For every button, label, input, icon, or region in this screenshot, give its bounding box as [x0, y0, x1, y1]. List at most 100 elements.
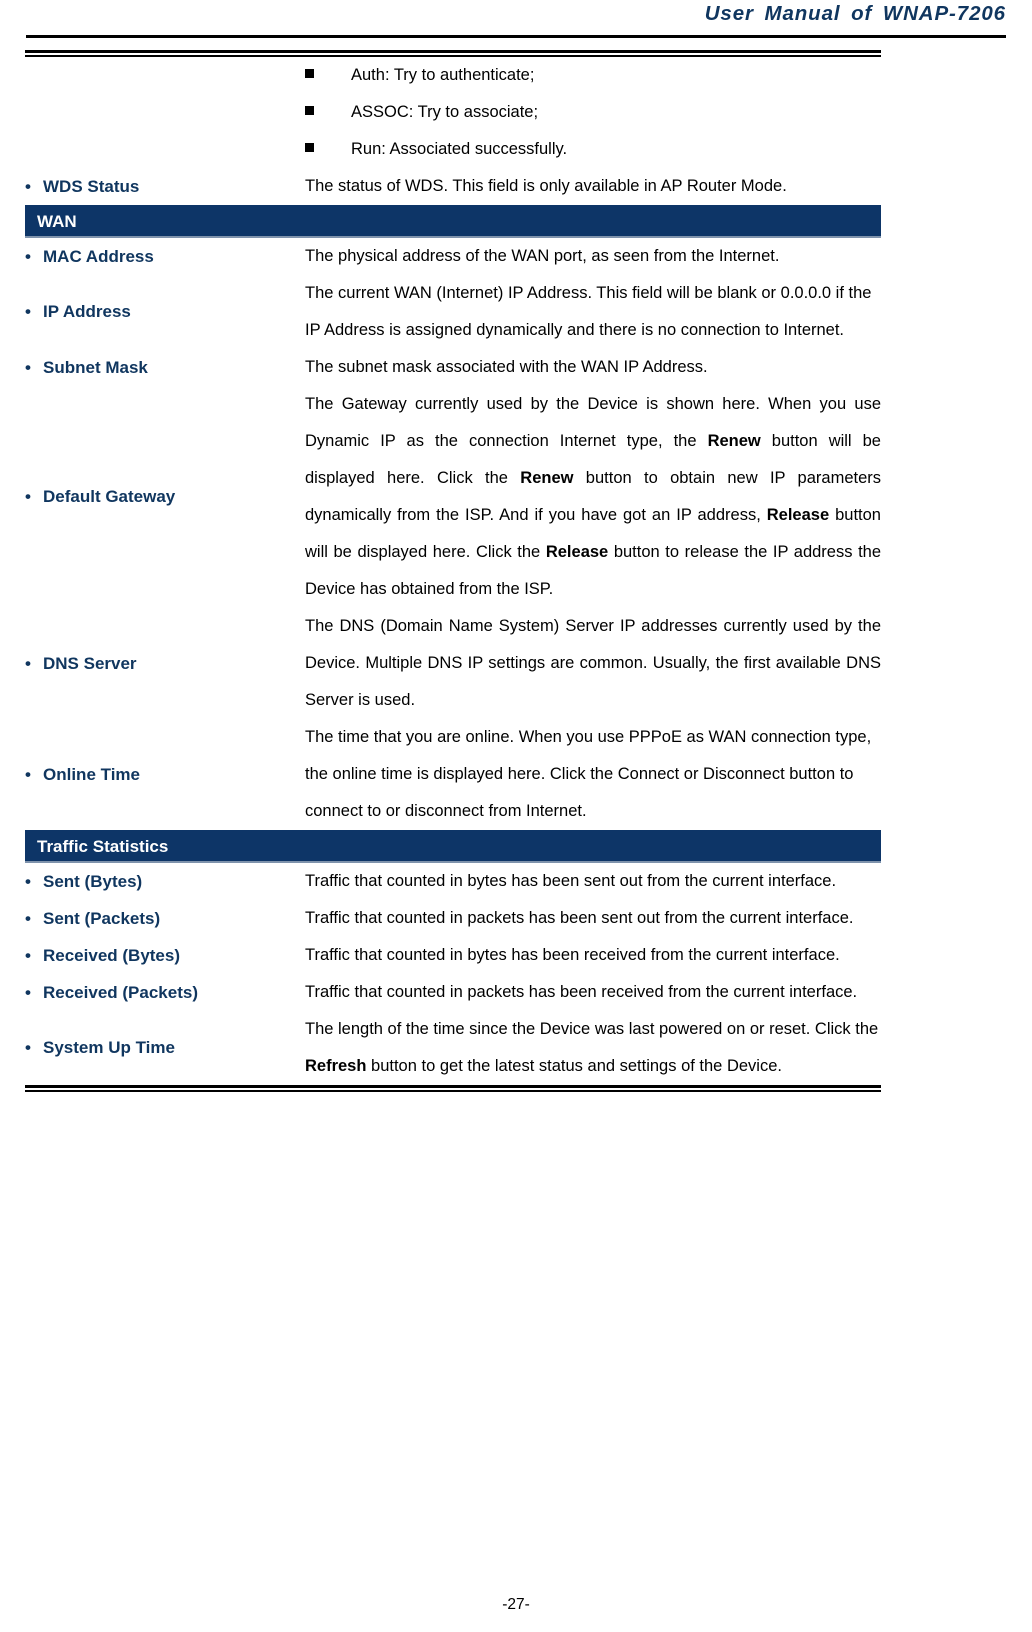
field-label-text: IP Address [43, 302, 131, 322]
bullet-dot-icon: • [25, 246, 31, 266]
row-description-cell: The length of the time since the Device … [305, 1011, 881, 1085]
field-label: • IP Address [25, 300, 305, 324]
table-row: Traffic Statistics [25, 830, 881, 863]
row-description-cell: The status of WDS. This field is only av… [305, 168, 881, 205]
row-label-cell: • Sent (Packets) [25, 900, 305, 937]
bullet-dot-icon: • [25, 302, 31, 322]
field-label-text: System Up Time [43, 1038, 175, 1058]
bullet-dot-icon: • [25, 487, 31, 507]
row-description-cell: Traffic that counted in packets has been… [305, 974, 881, 1011]
row-label-cell: • Default Gateway [25, 386, 305, 608]
page-footer: -27- [0, 1596, 1032, 1614]
list-item-text: ASSOC: Try to associate; [351, 103, 539, 121]
row-description-cell: The time that you are online. When you u… [305, 719, 881, 830]
field-label: • Sent (Packets) [25, 907, 305, 931]
field-label: • Default Gateway [25, 485, 305, 509]
field-label: • Sent (Bytes) [25, 870, 305, 894]
field-label: • Received (Bytes) [25, 944, 305, 968]
table-row: • Sent (Packets) Traffic that counted in p… [25, 900, 881, 937]
field-description: The current WAN (Internet) IP Address. T… [305, 284, 872, 339]
section-band-wan: WAN [25, 205, 881, 238]
row-label-cell: • Online Time [25, 719, 305, 830]
table-row: • DNS Server The DNS (Domain Name System) … [25, 608, 881, 719]
bullet-dot-icon: • [25, 176, 31, 196]
row-label-cell: • Subnet Mask [25, 349, 305, 386]
list-item: Run: Associated successfully. [305, 131, 881, 168]
header-divider [26, 35, 1006, 38]
field-description: Traffic that counted in bytes has been s… [305, 872, 837, 890]
bullet-dot-icon: • [25, 1038, 31, 1058]
row-description-cell: The current WAN (Internet) IP Address. T… [305, 275, 881, 349]
field-label-text: Default Gateway [43, 487, 176, 507]
bullet-dot-icon: • [25, 871, 31, 891]
bullet-dot-icon: • [25, 908, 31, 928]
table-bottom-border [25, 1085, 881, 1092]
row-label-cell: • MAC Address [25, 238, 305, 275]
spec-table: Auth: Try to authenticate; ASSOC: Try to … [25, 57, 881, 1085]
field-label: • System Up Time [25, 1036, 305, 1060]
status-bullet-list: Auth: Try to authenticate; ASSOC: Try to … [305, 57, 881, 168]
field-description: The DNS (Domain Name System) Server IP a… [305, 617, 881, 709]
field-description: Traffic that counted in packets has been… [305, 909, 854, 927]
bullet-dot-icon: • [25, 945, 31, 965]
table-row: • MAC Address The physical address of the … [25, 238, 881, 275]
table-row: • Default Gateway The Gateway currently us… [25, 386, 881, 608]
table-row: • WDS Status The status of WDS. This field… [25, 168, 881, 205]
field-label-text: DNS Server [43, 653, 137, 673]
row-description-cell: Traffic that counted in bytes has been r… [305, 937, 881, 974]
table-row: Auth: Try to authenticate; ASSOC: Try to … [25, 57, 881, 168]
bullet-square-icon [305, 57, 351, 94]
row-description-cell: The Gateway currently used by the Device… [305, 386, 881, 608]
document-page: User Manual of WNAP-7206 Auth: Try to au… [0, 0, 1032, 1632]
row-description-cell: Traffic that counted in packets has been… [305, 900, 881, 937]
field-label: • Subnet Mask [25, 356, 305, 380]
bullet-square-icon [305, 94, 351, 131]
bullet-dot-icon: • [25, 357, 31, 377]
row-label-cell: • DNS Server [25, 608, 305, 719]
field-label-text: MAC Address [43, 246, 154, 266]
field-description: Traffic that counted in packets has been… [305, 983, 858, 1001]
table-row: WAN [25, 205, 881, 238]
page-number: -27- [502, 1596, 530, 1613]
row-label-cell: • System Up Time [25, 1011, 305, 1085]
row-description-cell: Traffic that counted in bytes has been s… [305, 863, 881, 900]
field-label-text: Online Time [43, 764, 140, 784]
field-description: The time that you are online. When you u… [305, 728, 872, 820]
bullet-square-icon [305, 131, 351, 168]
field-label-text: WDS Status [43, 176, 140, 196]
bullet-dot-icon: • [25, 764, 31, 784]
spec-table-wrapper: Auth: Try to authenticate; ASSOC: Try to … [25, 50, 881, 1092]
field-label: • WDS Status [25, 175, 305, 199]
field-label-text: Sent (Packets) [43, 908, 161, 928]
row-description-cell: The physical address of the WAN port, as… [305, 238, 881, 275]
row-description-cell: The subnet mask associated with the WAN … [305, 349, 881, 386]
field-label: • Online Time [25, 763, 305, 787]
field-description: The length of the time since the Device … [305, 1020, 879, 1075]
section-band-cell: WAN [25, 205, 881, 238]
manual-title: User Manual of WNAP-7206 [704, 2, 1006, 25]
field-label-text: Received (Packets) [43, 982, 198, 1002]
field-description: The physical address of the WAN port, as… [305, 247, 780, 265]
row-label-cell: • Received (Bytes) [25, 937, 305, 974]
table-row: • Subnet Mask The subnet mask associated w… [25, 349, 881, 386]
list-item: ASSOC: Try to associate; [305, 94, 881, 131]
row-label-cell: • IP Address [25, 275, 305, 349]
row-label-cell: • Sent (Bytes) [25, 863, 305, 900]
bullet-dot-icon: • [25, 982, 31, 1002]
list-item-text: Run: Associated successfully. [351, 140, 568, 158]
table-row: • Received (Packets) Traffic that counted … [25, 974, 881, 1011]
page-header: User Manual of WNAP-7206 [0, 0, 1032, 46]
field-label: • MAC Address [25, 245, 305, 269]
row-label-cell: • WDS Status [25, 168, 305, 205]
table-row: • Received (Bytes) Traffic that counted in… [25, 937, 881, 974]
field-label: • Received (Packets) [25, 981, 305, 1005]
row-label-cell: • Received (Packets) [25, 974, 305, 1011]
table-row: • Sent (Bytes) Traffic that counted in byt… [25, 863, 881, 900]
field-label-text: Subnet Mask [43, 357, 148, 377]
table-row: • Online Time The time that you are online… [25, 719, 881, 830]
list-item-text: Auth: Try to authenticate; [351, 66, 535, 84]
field-description: Traffic that counted in bytes has been r… [305, 946, 840, 964]
field-label-text: Sent (Bytes) [43, 871, 143, 891]
list-item: Auth: Try to authenticate; [305, 57, 881, 94]
row-description-cell: Auth: Try to authenticate; ASSOC: Try to … [305, 57, 881, 168]
